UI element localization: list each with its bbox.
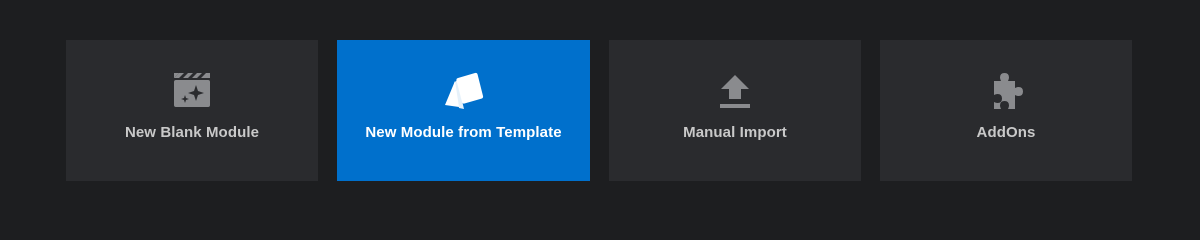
tile-label: AddOns bbox=[976, 124, 1036, 141]
addons-tile[interactable]: AddOns bbox=[880, 40, 1132, 181]
clapperboard-sparkle-icon bbox=[170, 71, 214, 111]
tile-label: New Blank Module bbox=[124, 124, 260, 141]
new-blank-module-tile[interactable]: New Blank Module bbox=[66, 40, 318, 181]
upload-icon bbox=[713, 71, 757, 111]
template-cards-icon bbox=[442, 71, 486, 111]
new-module-from-template-tile[interactable]: New Module from Template bbox=[337, 40, 590, 181]
module-creation-panel: New Blank Module New Module from Templat… bbox=[0, 0, 1200, 221]
manual-import-tile[interactable]: Manual Import bbox=[609, 40, 861, 181]
puzzle-piece-icon bbox=[984, 71, 1028, 111]
tile-label: Manual Import bbox=[683, 124, 787, 141]
tile-label: New Module from Template bbox=[365, 124, 562, 141]
